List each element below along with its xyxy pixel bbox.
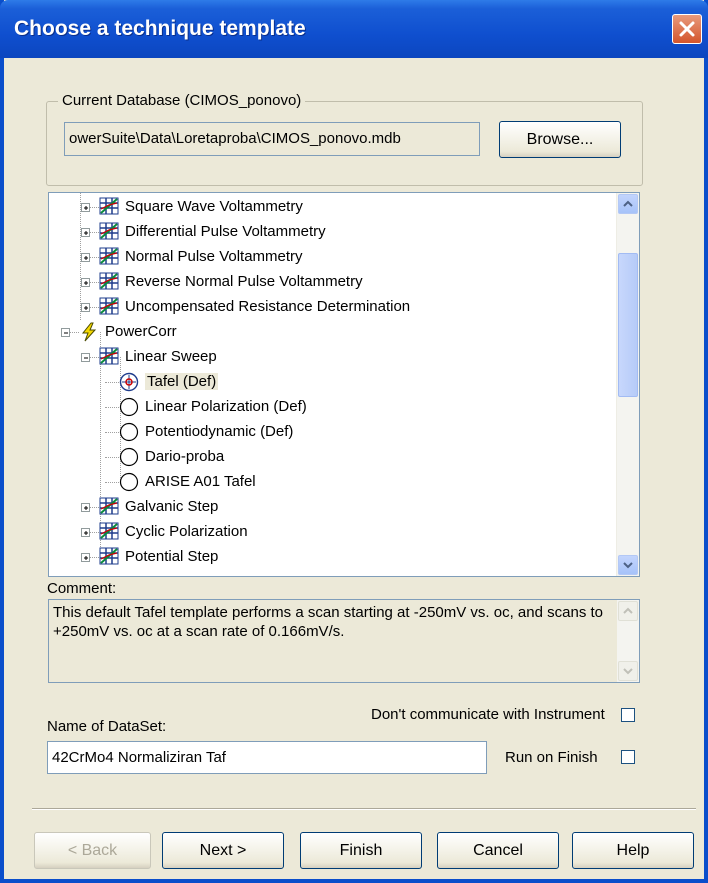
tree-item-label: Linear Polarization (Def) bbox=[145, 398, 307, 415]
expand-icon[interactable] bbox=[81, 303, 90, 312]
tree-item[interactable]: ARISE A01 Tafel bbox=[119, 470, 256, 494]
comment-scroll-down-button[interactable] bbox=[618, 661, 638, 681]
tree-item[interactable]: Potentiodynamic (Def) bbox=[119, 420, 293, 444]
close-button[interactable] bbox=[672, 14, 702, 44]
technique-icon bbox=[99, 222, 121, 242]
tree-item[interactable]: Cyclic Polarization bbox=[99, 520, 248, 544]
tree-item-label: Cyclic Polarization bbox=[125, 523, 248, 540]
tree-item-label: Galvanic Step bbox=[125, 498, 219, 515]
chevron-up-icon bbox=[623, 607, 633, 614]
collapse-icon[interactable] bbox=[81, 353, 90, 362]
technique-icon bbox=[99, 247, 121, 267]
tree-guide-line bbox=[80, 193, 81, 320]
dont-communicate-checkbox[interactable] bbox=[621, 708, 635, 722]
tree-item[interactable]: Dario-proba bbox=[119, 445, 224, 469]
dataset-name-input[interactable]: 42CrMo4 Normaliziran Taf bbox=[47, 741, 487, 774]
collapse-icon[interactable] bbox=[61, 328, 70, 337]
technique-icon bbox=[99, 197, 121, 217]
chevron-up-icon bbox=[623, 200, 633, 207]
tree-item-label: Dario-proba bbox=[145, 448, 225, 465]
tree-item[interactable]: Galvanic Step bbox=[99, 495, 218, 519]
radio-icon bbox=[119, 397, 141, 417]
tree-item-label: ARISE A01 Tafel bbox=[145, 473, 256, 490]
finish-button[interactable]: Finish bbox=[300, 832, 422, 869]
tree-item[interactable]: Uncompensated Resistance Determination bbox=[99, 295, 410, 319]
scroll-down-button[interactable] bbox=[618, 555, 638, 575]
tree-item-label: Reverse Normal Pulse Voltammetry bbox=[125, 273, 363, 290]
technique-icon bbox=[99, 272, 121, 292]
chevron-down-icon bbox=[623, 562, 633, 569]
comment-scrollbar[interactable] bbox=[617, 600, 639, 682]
comment-scroll-up-button[interactable] bbox=[618, 601, 638, 621]
tree-item-label: Linear Sweep bbox=[125, 348, 217, 365]
expand-icon[interactable] bbox=[81, 253, 90, 262]
expand-icon[interactable] bbox=[81, 503, 90, 512]
tree-item-label: Normal Pulse Voltammetry bbox=[125, 248, 303, 265]
close-icon bbox=[679, 21, 695, 37]
scroll-thumb[interactable] bbox=[618, 253, 638, 397]
expand-icon[interactable] bbox=[81, 553, 90, 562]
expand-icon[interactable] bbox=[81, 228, 90, 237]
tree-item[interactable]: Tafel (Def) bbox=[119, 370, 219, 394]
scroll-up-button[interactable] bbox=[618, 194, 638, 214]
tree-item-label: Differential Pulse Voltammetry bbox=[125, 223, 326, 240]
tree-item[interactable]: Linear Sweep bbox=[99, 345, 217, 369]
selected-radio-icon bbox=[119, 372, 141, 392]
dataset-name-label: Name of DataSet: bbox=[47, 718, 167, 735]
tree-item[interactable]: Differential Pulse Voltammetry bbox=[99, 220, 326, 244]
run-on-finish-label: Run on Finish bbox=[505, 749, 598, 766]
cancel-button[interactable]: Cancel bbox=[437, 832, 559, 869]
browse-button[interactable]: Browse... bbox=[499, 121, 621, 158]
tree-connector bbox=[105, 482, 119, 483]
expand-icon[interactable] bbox=[81, 528, 90, 537]
tree-scrollbar[interactable] bbox=[616, 193, 639, 576]
radio-icon bbox=[119, 472, 141, 492]
chevron-down-icon bbox=[623, 668, 633, 675]
tree-item[interactable]: Reverse Normal Pulse Voltammetry bbox=[99, 270, 363, 294]
technique-icon bbox=[99, 522, 121, 542]
expand-icon[interactable] bbox=[81, 278, 90, 287]
dont-communicate-label: Don't communicate with Instrument bbox=[371, 706, 605, 723]
database-path-field: owerSuite\Data\Loretaproba\CIMOS_ponovo.… bbox=[64, 122, 480, 156]
tree-item[interactable]: Square Wave Voltammetry bbox=[99, 195, 303, 219]
technique-tree[interactable]: Square Wave Voltammetry Differential Puls… bbox=[48, 192, 640, 577]
radio-icon bbox=[119, 447, 141, 467]
tree-connector bbox=[105, 382, 119, 383]
back-button[interactable]: < Back bbox=[34, 832, 151, 869]
title-bar[interactable]: Choose a technique template bbox=[0, 0, 708, 58]
comment-text: This default Tafel template performs a s… bbox=[53, 604, 603, 640]
lightning-icon bbox=[79, 322, 101, 342]
technique-icon bbox=[99, 547, 121, 567]
run-on-finish-checkbox[interactable] bbox=[621, 750, 635, 764]
radio-icon bbox=[119, 422, 141, 442]
tree-item-label: Tafel (Def) bbox=[145, 373, 219, 390]
window-title: Choose a technique template bbox=[14, 17, 306, 40]
tree-item-label: Potential Step bbox=[125, 548, 219, 565]
tree-item[interactable]: PowerCorr bbox=[79, 320, 177, 344]
tree-connector bbox=[105, 432, 119, 433]
tree-connector bbox=[105, 457, 119, 458]
technique-icon bbox=[99, 297, 121, 317]
comment-box: This default Tafel template performs a s… bbox=[48, 599, 640, 683]
technique-icon bbox=[99, 497, 121, 517]
tree-connector bbox=[105, 407, 119, 408]
database-group-label: Current Database (CIMOS_ponovo) bbox=[58, 92, 306, 109]
tree-item[interactable]: Linear Polarization (Def) bbox=[119, 395, 307, 419]
technique-icon bbox=[99, 347, 121, 367]
tree-item-label: Uncompensated Resistance Determination bbox=[125, 298, 411, 315]
tree-item[interactable]: Potential Step bbox=[99, 545, 218, 569]
tree-item-label: Square Wave Voltammetry bbox=[125, 198, 303, 215]
tree-item-label: PowerCorr bbox=[105, 323, 177, 340]
expand-icon[interactable] bbox=[81, 203, 90, 212]
tree-item-label: Potentiodynamic (Def) bbox=[145, 423, 294, 440]
next-button[interactable]: Next > bbox=[162, 832, 284, 869]
comment-label: Comment: bbox=[47, 580, 117, 597]
button-separator bbox=[32, 808, 696, 810]
help-button[interactable]: Help bbox=[572, 832, 694, 869]
tree-item[interactable]: Normal Pulse Voltammetry bbox=[99, 245, 303, 269]
